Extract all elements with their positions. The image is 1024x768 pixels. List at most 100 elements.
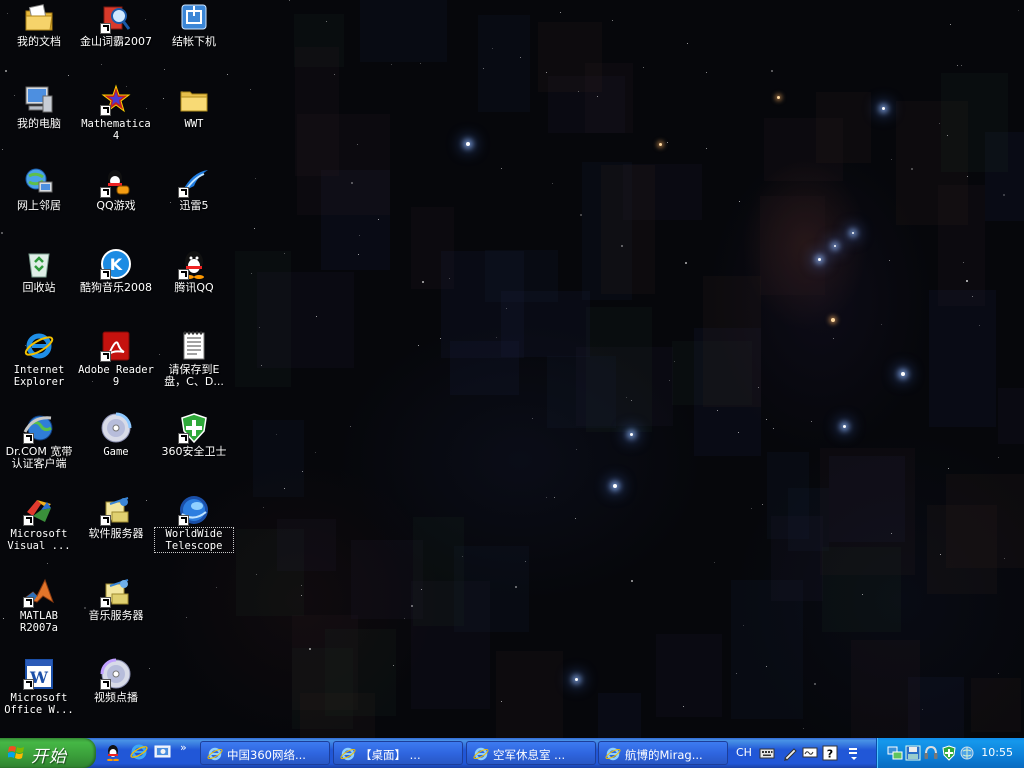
desktop-icon-my-computer[interactable]: 我的电脑 bbox=[0, 84, 78, 130]
wallpaper-star bbox=[777, 96, 780, 99]
wallpaper-star bbox=[546, 72, 547, 73]
wallpaper-star bbox=[717, 410, 718, 411]
wallpaper-star bbox=[316, 316, 317, 317]
desktop-icon-thunder[interactable]: 迅雷5 bbox=[155, 166, 233, 212]
wallpaper-star bbox=[911, 168, 913, 170]
taskbar-button[interactable]: 中国360网络... bbox=[200, 741, 330, 765]
desktop-icon-worldwide-telescope[interactable]: WorldWide Telescope bbox=[154, 494, 234, 553]
desktop[interactable]: 我的文档 金山词霸2007 结帐下机我的电脑 Mathematica 4 WWT 网上邻居… bbox=[0, 0, 1024, 738]
language-indicator[interactable]: CH bbox=[736, 746, 752, 759]
desktop-icon-network-places[interactable]: 网上邻居 bbox=[0, 166, 78, 212]
wallpaper-tile bbox=[764, 118, 843, 181]
desktop-icon-game-disc[interactable]: Game bbox=[77, 412, 155, 458]
my-documents-icon bbox=[23, 2, 55, 34]
desktop-icon-qq-penguin[interactable]: 腾讯QQ bbox=[155, 248, 233, 294]
wallpaper-star bbox=[831, 318, 835, 322]
network-connection-icon[interactable] bbox=[959, 745, 975, 761]
taskbar-button[interactable]: 空军休息室 ... bbox=[466, 741, 596, 765]
wallpaper-star bbox=[554, 497, 555, 498]
wallpaper-star bbox=[101, 64, 102, 65]
wallpaper-star bbox=[284, 488, 285, 489]
adobe-reader-icon bbox=[100, 330, 132, 362]
desktop-icon-internet-explorer[interactable]: Internet Explorer bbox=[0, 330, 78, 388]
wallpaper-star bbox=[302, 471, 303, 472]
svg-text:K: K bbox=[110, 255, 123, 274]
wallpaper-star bbox=[532, 418, 533, 419]
wallpaper-star bbox=[613, 484, 617, 488]
desktop-icon-recycle-bin[interactable]: 回收站 bbox=[0, 248, 78, 294]
wallpaper-star bbox=[449, 278, 450, 279]
internet-explorer-icon[interactable] bbox=[130, 743, 148, 761]
wallpaper-star bbox=[766, 666, 767, 667]
keyboard-icon[interactable] bbox=[759, 745, 775, 761]
desktop-icon-360-shield[interactable]: 360安全卫士 bbox=[155, 412, 233, 458]
desktop-icon-qq-game[interactable]: QQ游戏 bbox=[77, 166, 155, 212]
desktop-icon-kingsoft-dictionary[interactable]: 金山词霸2007 bbox=[77, 2, 155, 48]
internet-explorer-icon bbox=[23, 330, 55, 362]
folder-icon bbox=[178, 84, 210, 116]
desktop-icon-checkout-logoff[interactable]: 结帐下机 bbox=[155, 2, 233, 48]
wallpaper-star bbox=[576, 449, 577, 450]
wallpaper-tile bbox=[760, 196, 825, 295]
shortcut-arrow-icon bbox=[178, 433, 189, 444]
clock[interactable]: 10:55 bbox=[981, 746, 1013, 759]
wallpaper-star bbox=[963, 262, 964, 263]
wallpaper-star bbox=[255, 178, 256, 179]
wallpaper-tile bbox=[731, 580, 803, 719]
desktop-icon-label: 视频点播 bbox=[94, 691, 138, 704]
desktop-icon-label: MATLAB R2007a bbox=[20, 610, 58, 634]
word-icon: W bbox=[23, 658, 55, 690]
wallpaper-star bbox=[1, 232, 3, 234]
options-icon[interactable] bbox=[846, 745, 862, 761]
wallpaper-star bbox=[889, 260, 890, 261]
shield-icon[interactable] bbox=[941, 745, 957, 761]
wallpaper-star bbox=[803, 728, 804, 729]
show-desktop-icon[interactable] bbox=[154, 743, 172, 761]
kugou-music-icon: K bbox=[100, 248, 132, 280]
desktop-icon-visual-studio[interactable]: Microsoft Visual ... bbox=[0, 494, 78, 552]
wallpaper-tile bbox=[325, 629, 396, 716]
handwriting-icon[interactable] bbox=[802, 745, 818, 761]
desktop-icon-text-document[interactable]: 请保存到E 盘，C、D... bbox=[155, 330, 233, 388]
wallpaper-star bbox=[714, 562, 715, 563]
wallpaper-star bbox=[814, 683, 816, 685]
shortcut-arrow-icon bbox=[100, 679, 111, 690]
wallpaper-star bbox=[326, 21, 327, 22]
wallpaper-tile bbox=[501, 291, 590, 357]
desktop-icon-adobe-reader[interactable]: Adobe Reader 9 bbox=[77, 330, 155, 388]
headset-icon[interactable] bbox=[923, 745, 939, 761]
desktop-icon-mathematica[interactable]: Mathematica 4 bbox=[77, 84, 155, 142]
desktop-icon-music-server[interactable]: 音乐服务器 bbox=[77, 576, 155, 622]
wallpaper-star bbox=[966, 280, 968, 282]
qq-icon[interactable] bbox=[104, 743, 122, 762]
start-button[interactable]: 开始 bbox=[0, 738, 96, 768]
shortcut-arrow-icon bbox=[178, 515, 189, 526]
windows-logo-icon bbox=[8, 746, 24, 759]
desktop-icon-folder[interactable]: WWT bbox=[155, 84, 233, 130]
wallpaper-star bbox=[357, 144, 358, 145]
help-icon[interactable]: ? bbox=[822, 745, 838, 761]
wallpaper-star bbox=[685, 262, 687, 264]
pen-icon[interactable] bbox=[782, 745, 798, 761]
desktop-icon-label: QQ游戏 bbox=[96, 199, 136, 212]
desktop-icon-video-on-demand[interactable]: 视频点播 bbox=[77, 658, 155, 704]
taskbar-button[interactable]: 【桌面】 ... bbox=[333, 741, 463, 765]
network-places-icon bbox=[23, 166, 55, 198]
taskbar-button[interactable]: 航博的Mirag... bbox=[598, 741, 728, 765]
ie-window-icon bbox=[340, 746, 356, 762]
shortcut-arrow-icon bbox=[100, 105, 111, 116]
desktop-icon-word[interactable]: W Microsoft Office W... bbox=[0, 658, 78, 716]
desktop-icon-kugou-music[interactable]: K 酷狗音乐2008 bbox=[77, 248, 155, 294]
quick-launch-more-button[interactable]: » bbox=[180, 741, 187, 754]
ie-window-icon bbox=[473, 746, 489, 762]
wallpaper-star bbox=[256, 574, 257, 575]
wallpaper-tile bbox=[297, 114, 390, 215]
desktop-icon-my-documents[interactable]: 我的文档 bbox=[0, 2, 78, 48]
desktop-icon-software-server[interactable]: 软件服务器 bbox=[77, 494, 155, 540]
save-icon[interactable] bbox=[905, 745, 921, 761]
network-icon[interactable] bbox=[887, 745, 903, 761]
desktop-icon-drcom-globe[interactable]: Dr.COM 宽带 认证客户端 bbox=[0, 412, 78, 470]
desktop-icon-matlab[interactable]: MATLAB R2007a bbox=[0, 576, 78, 634]
wallpaper-tile bbox=[851, 640, 920, 738]
wallpaper-star bbox=[631, 400, 632, 401]
